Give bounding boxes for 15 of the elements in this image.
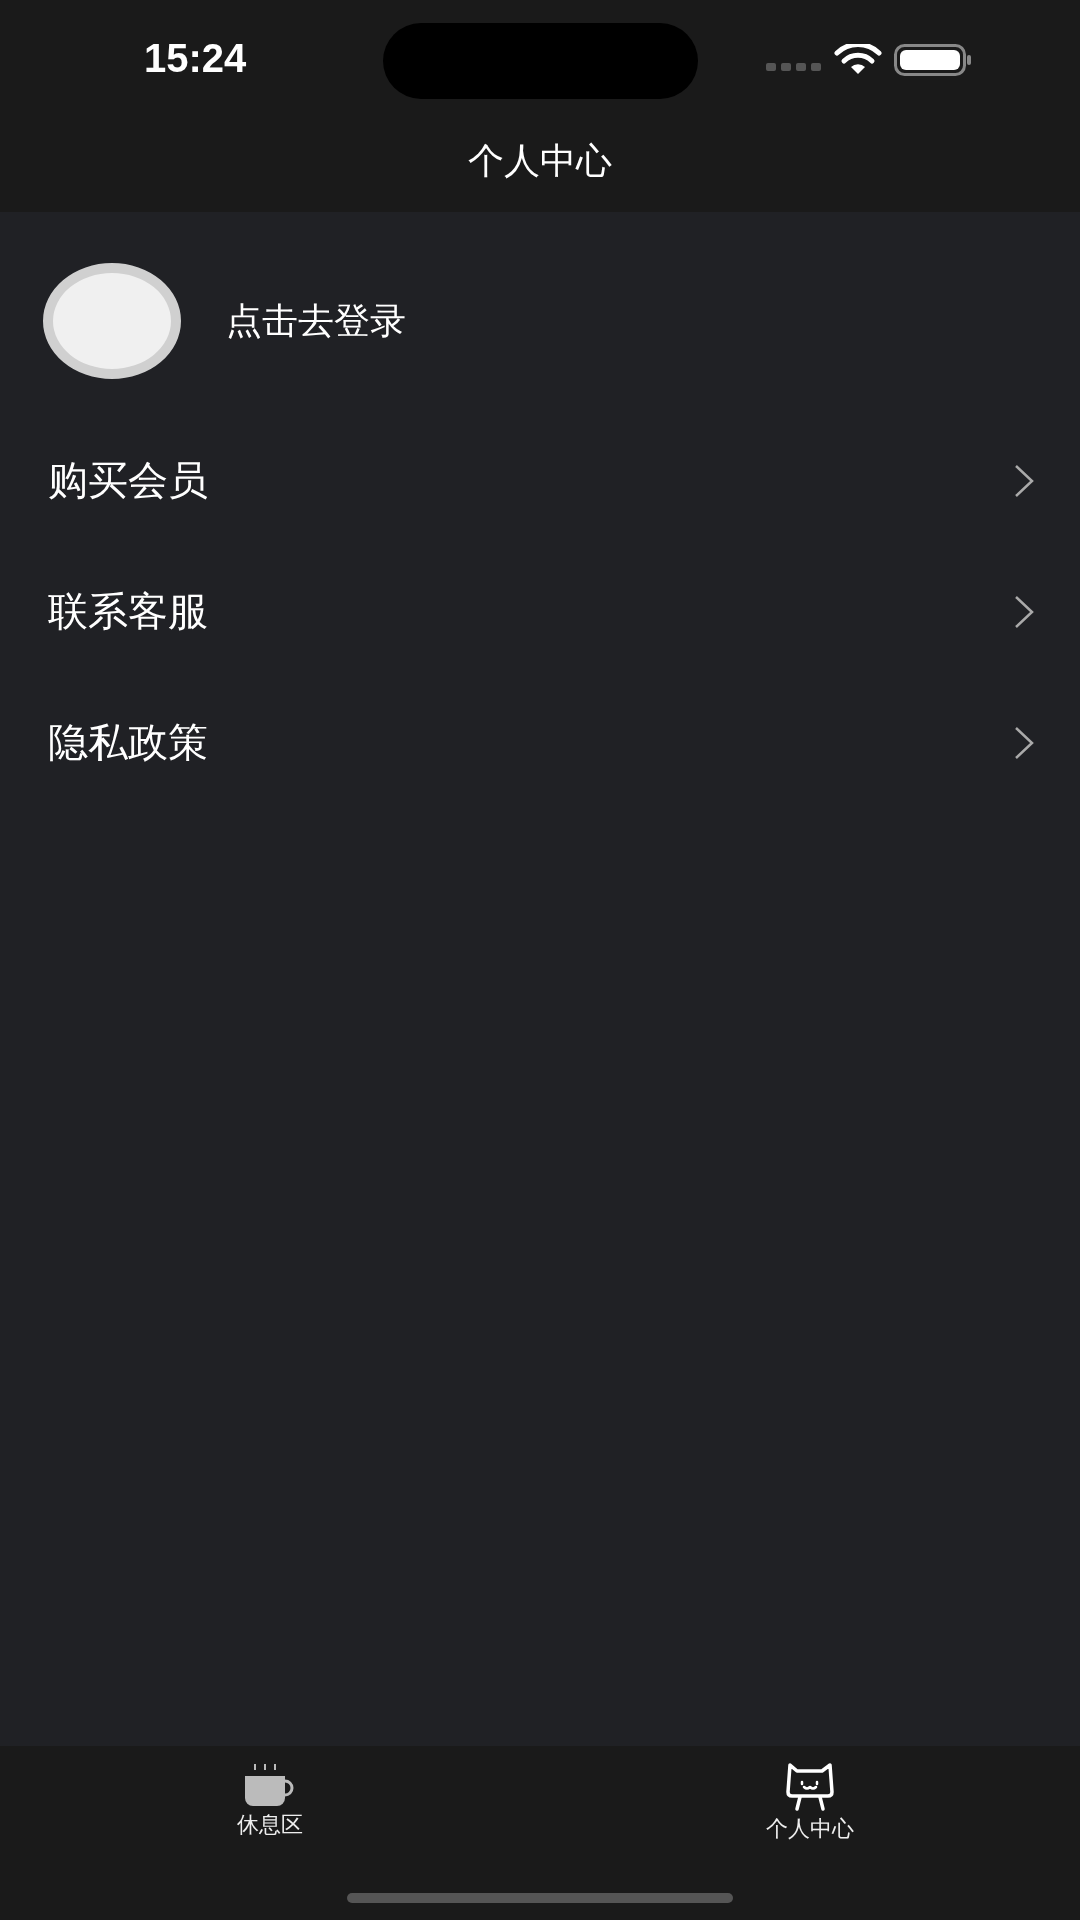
- chevron-icon: [1013, 725, 1035, 760]
- chevron-icon: [1013, 594, 1035, 629]
- page-title: 个人中心: [468, 138, 612, 183]
- menu-item[interactable]: 购买会员: [0, 415, 1080, 546]
- wifi-icon: [834, 44, 882, 76]
- tab[interactable]: 休息区: [0, 1746, 540, 1840]
- chevron-icon: [1013, 463, 1035, 498]
- cat-icon: [784, 1762, 836, 1812]
- signal-icon: [766, 62, 822, 72]
- battery-icon: [894, 44, 972, 76]
- tab[interactable]: 个人中心: [540, 1746, 1080, 1844]
- login-link[interactable]: 点击去登录: [226, 296, 406, 346]
- menu-item[interactable]: 隐私政策: [0, 677, 1080, 808]
- menu-item[interactable]: 联系客服: [0, 546, 1080, 677]
- status-time: 15:24: [144, 35, 247, 81]
